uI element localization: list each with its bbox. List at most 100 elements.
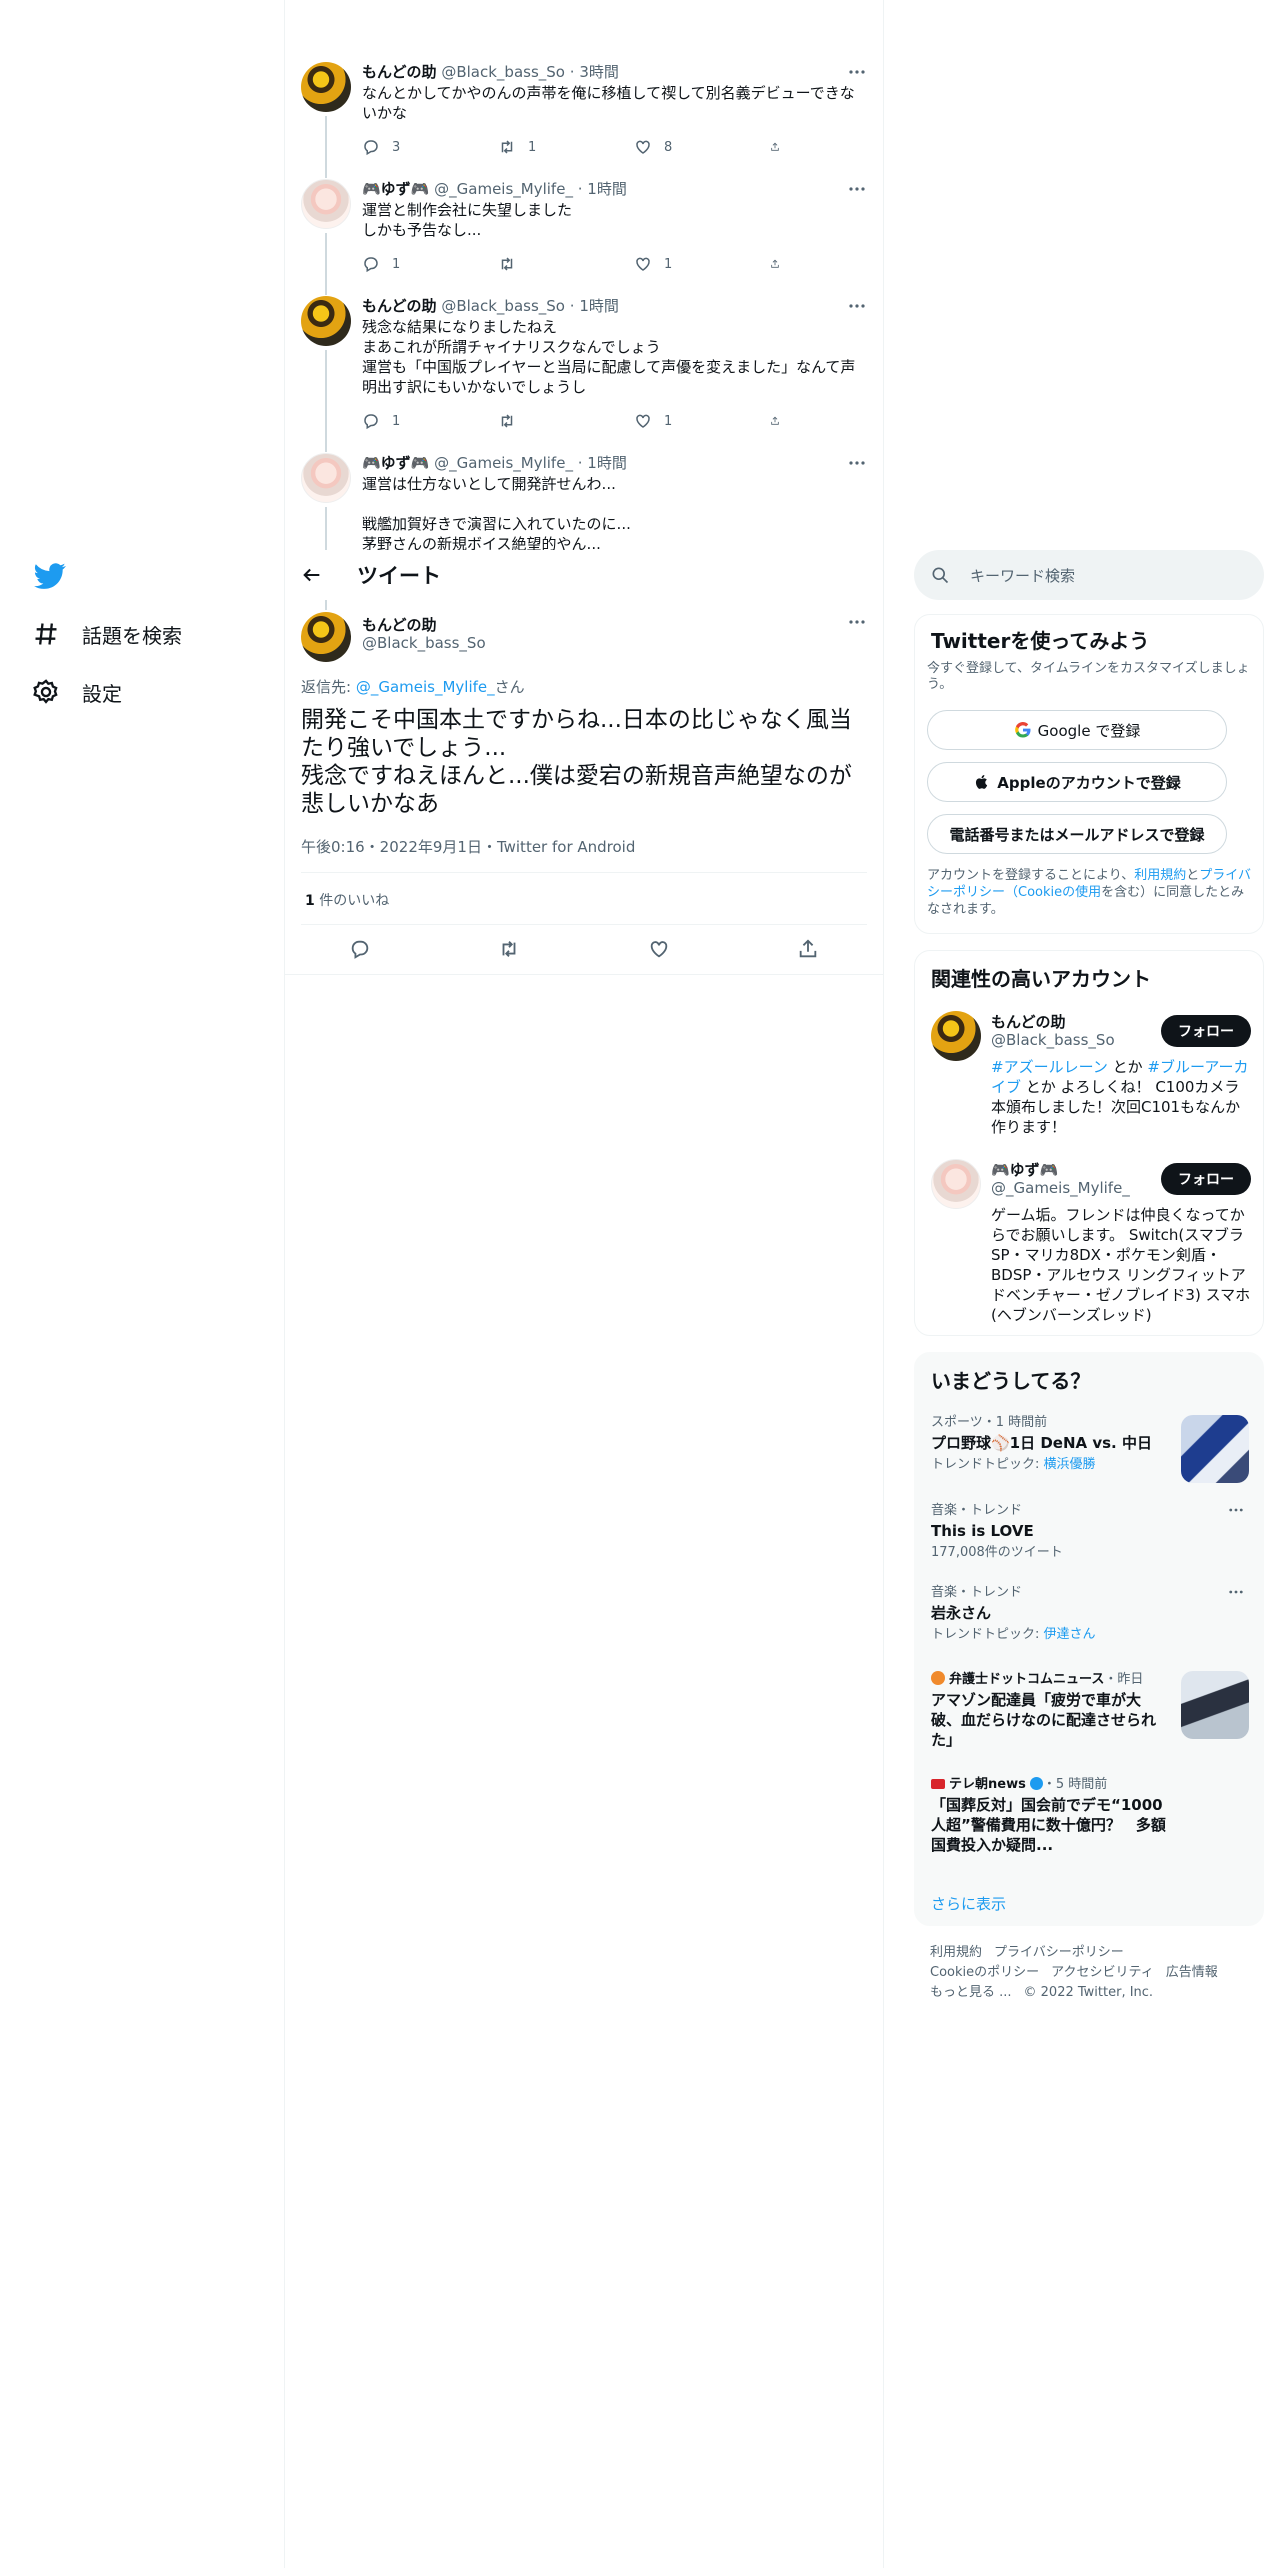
- more-icon[interactable]: [1227, 1503, 1245, 1517]
- author-handle[interactable]: @Black_bass_So: [441, 63, 565, 81]
- search-placeholder: キーワード検索: [970, 566, 1076, 585]
- reply-to-handle-link[interactable]: @_Gameis_Mylife_: [356, 678, 495, 696]
- nav-explore[interactable]: 話題を検索: [32, 614, 182, 654]
- related-title: 関連性の高いアカウント: [931, 967, 1151, 991]
- footer-link-cookies[interactable]: Cookieのポリシー: [930, 1965, 1039, 1980]
- retweet-button[interactable]: [498, 255, 634, 273]
- trend-thumbnail: [1181, 1415, 1249, 1483]
- separator-dot: ·: [577, 180, 583, 198]
- follow-button[interactable]: フォロー: [1161, 1163, 1251, 1195]
- account-handle[interactable]: @_Gameis_Mylife_: [991, 1179, 1130, 1197]
- tweet-time[interactable]: 1時間: [587, 454, 627, 472]
- more-icon[interactable]: [847, 614, 867, 630]
- search-box[interactable]: キーワード検索: [914, 550, 1264, 600]
- share-button[interactable]: [770, 255, 792, 273]
- follow-button[interactable]: フォロー: [1161, 1015, 1251, 1047]
- heart-icon: [636, 257, 650, 271]
- retweet-count: 1: [528, 139, 537, 155]
- reply-icon: [364, 140, 378, 156]
- heart-icon[interactable]: [648, 938, 670, 960]
- author-handle[interactable]: @Black_bass_So: [441, 297, 565, 315]
- terms-link[interactable]: 利用規約: [1134, 868, 1186, 883]
- nav-explore-label: 話題を検索: [82, 623, 182, 648]
- author-name[interactable]: 🎮ゆず🎮: [362, 180, 429, 198]
- retweet-icon[interactable]: [498, 938, 520, 960]
- reply-button[interactable]: 1: [362, 412, 498, 430]
- author-handle[interactable]: @_Gameis_Mylife_: [434, 180, 573, 198]
- more-icon[interactable]: [847, 64, 867, 80]
- twitter-logo-icon[interactable]: [32, 560, 68, 592]
- author-handle[interactable]: @_Gameis_Mylife_: [434, 454, 573, 472]
- reply-button[interactable]: 3: [362, 138, 498, 156]
- hashtag-icon: [35, 623, 57, 645]
- footer-link-accessibility[interactable]: アクセシビリティ: [1051, 1965, 1154, 1980]
- tweet-time[interactable]: 3時間: [579, 63, 619, 81]
- footer-link-privacy[interactable]: プライバシーポリシー: [994, 1945, 1124, 1960]
- nav-settings[interactable]: 設定: [32, 672, 122, 712]
- author-name[interactable]: もんどの助: [362, 63, 437, 81]
- footer-link-terms[interactable]: 利用規約: [930, 1945, 982, 1960]
- thread-connector: [325, 507, 327, 550]
- trend-item[interactable]: スポーツ・1 時間前 プロ野球⚾1日 DeNA vs. 中日 トレンドトピック:…: [931, 1415, 1249, 1483]
- share-button[interactable]: [770, 412, 792, 430]
- tweet-timestamp[interactable]: 午後0:16・2022年9月1日・Twitter for Android: [301, 836, 635, 857]
- google-signup-button[interactable]: Google で登録: [927, 710, 1227, 750]
- signup-card: Twitterを使ってみよう 今すぐ登録して、タイムラインをカスタマイズしましょ…: [914, 614, 1264, 934]
- avatar[interactable]: [301, 453, 351, 503]
- share-button[interactable]: [770, 138, 792, 156]
- trend-item[interactable]: 音楽・トレンド This is LOVE 177,008件のツイート: [931, 1503, 1249, 1561]
- account-row[interactable]: もんどの助 @Black_bass_So フォロー #アズールレーン とか #ブ…: [931, 1011, 1251, 1151]
- trend-item[interactable]: 音楽・トレンド 岩永さん トレンドトピック: 伊達さん: [931, 1585, 1249, 1643]
- account-row[interactable]: 🎮ゆず🎮 @_Gameis_Mylife_ フォロー ゲーム垢。フレンドは仲良く…: [931, 1159, 1251, 1329]
- retweet-button[interactable]: [498, 412, 634, 430]
- footer-link-ads[interactable]: 広告情報: [1166, 1965, 1218, 1980]
- hashtag-link[interactable]: #アズールレーン: [991, 1058, 1108, 1076]
- thread-connector: [325, 116, 327, 178]
- reply-icon[interactable]: [349, 938, 371, 960]
- account-name[interactable]: もんどの助: [991, 1011, 1066, 1032]
- account-name[interactable]: 🎮ゆず🎮: [991, 1159, 1058, 1180]
- like-button[interactable]: 1: [634, 412, 770, 430]
- more-icon[interactable]: [847, 455, 867, 471]
- apple-signup-button[interactable]: Appleのアカウントで登録: [927, 762, 1227, 802]
- avatar[interactable]: [301, 296, 351, 346]
- author-name[interactable]: もんどの助: [362, 614, 437, 635]
- phone-email-signup-button[interactable]: 電話番号またはメールアドレスで登録: [927, 814, 1227, 854]
- heart-icon: [636, 414, 650, 428]
- reply-button[interactable]: 1: [362, 255, 498, 273]
- avatar[interactable]: [301, 612, 351, 662]
- tweet-time[interactable]: 1時間: [587, 180, 627, 198]
- footer-link-more[interactable]: もっと見る ...: [930, 1985, 1012, 2000]
- signup-terms: アカウントを登録することにより、利用規約とプライバシーポリシー（Cookieの使…: [927, 867, 1253, 918]
- avatar[interactable]: [931, 1159, 981, 1209]
- trend-item[interactable]: テレ朝news ・5 時間前 「国葬反対」国会前でデモ“1000人超”警備費用に数…: [931, 1777, 1249, 1855]
- account-handle[interactable]: @Black_bass_So: [991, 1031, 1115, 1049]
- avatar[interactable]: [931, 1011, 981, 1061]
- author-name[interactable]: もんどの助: [362, 297, 437, 315]
- more-icon[interactable]: [1227, 1585, 1245, 1599]
- trend-time: ・昨日: [1104, 1672, 1144, 1687]
- like-button[interactable]: 1: [634, 255, 770, 273]
- like-count-link[interactable]: 1 件のいいね: [305, 890, 389, 910]
- more-icon[interactable]: [847, 181, 867, 197]
- author-name[interactable]: 🎮ゆず🎮: [362, 454, 429, 472]
- share-icon[interactable]: [797, 938, 819, 960]
- trend-topic-link[interactable]: 伊達さん: [1044, 1627, 1096, 1642]
- retweet-button[interactable]: 1: [498, 138, 634, 156]
- show-more-link[interactable]: さらに表示: [931, 1893, 1006, 1914]
- thread-tweet[interactable]: 🎮ゆず🎮 @_Gameis_Mylife_ · 1時間 運営は仕方ないとして開発…: [301, 453, 867, 550]
- tweet-time[interactable]: 1時間: [579, 297, 619, 315]
- trend-item[interactable]: 弁護士ドットコムニュース・昨日 アマゾン配達員「疲労で車が大破、血だらけなのに配…: [931, 1671, 1249, 1750]
- trend-meta: テレ朝news ・5 時間前: [931, 1777, 1249, 1793]
- more-icon[interactable]: [847, 298, 867, 314]
- avatar[interactable]: [301, 179, 351, 229]
- trend-title: アマゾン配達員「疲労で車が大破、血だらけなのに配達させられた」: [931, 1691, 1157, 1749]
- reply-to-suffix: さん: [494, 678, 525, 696]
- trend-title: 岩永さん: [931, 1604, 992, 1622]
- back-arrow-icon[interactable]: [301, 564, 323, 586]
- trend-topic-link[interactable]: 横浜優勝: [1044, 1457, 1096, 1472]
- nav-settings-label: 設定: [82, 681, 122, 706]
- author-handle[interactable]: @Black_bass_So: [362, 634, 486, 652]
- avatar[interactable]: [301, 62, 351, 112]
- like-button[interactable]: 8: [634, 138, 770, 156]
